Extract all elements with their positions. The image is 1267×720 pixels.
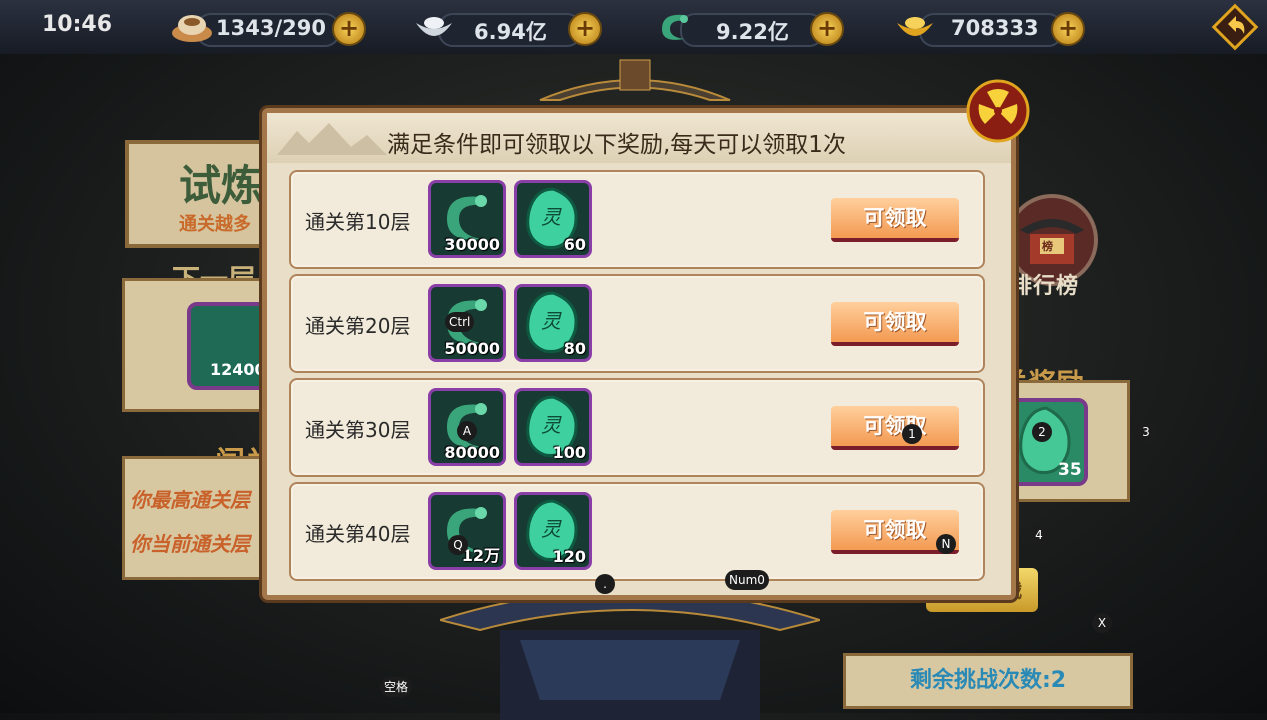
- next-layer-reward-count: 12400: [210, 360, 266, 379]
- add-stamina-button[interactable]: +: [332, 12, 366, 46]
- silver-resource: 6.94亿 +: [412, 9, 608, 47]
- stamina-resource: 1343/290 +: [170, 9, 366, 47]
- spirit-glyph: 灵: [541, 205, 561, 229]
- mountain-decoration-icon: [277, 123, 387, 155]
- key-hint-3: 3: [1136, 422, 1156, 442]
- reward-row: 通关第40层 12万 灵 120 可领取: [289, 482, 985, 581]
- ranking-label: 排行榜: [1010, 274, 1080, 299]
- row-label: 通关第10层: [305, 210, 411, 234]
- dialog-title: 满足条件即可领取以下奖励,每天可以领取1次: [387, 132, 846, 158]
- stamina-value: 1343/290: [216, 16, 326, 40]
- key-hint-num0: Num0: [725, 570, 769, 590]
- key-hint-space: 空格: [380, 677, 413, 697]
- row-label: 通关第40层: [305, 522, 411, 546]
- gold-resource: 708333 +: [893, 9, 1089, 47]
- reward-item-jade-dragon[interactable]: 12万: [428, 492, 506, 570]
- jade-value: 9.22亿: [716, 20, 789, 44]
- reward-count: 50000: [444, 339, 500, 358]
- pass-reward-count: 35: [1058, 460, 1082, 480]
- jade-resource: 9.22亿 +: [654, 9, 850, 47]
- back-arrow-icon[interactable]: [1210, 2, 1260, 52]
- silver-value: 6.94亿: [474, 20, 547, 44]
- claim-button[interactable]: 可领取: [831, 198, 959, 242]
- key-hint-1: 1: [902, 424, 922, 444]
- key-hint-2: 2: [1032, 422, 1052, 442]
- clock-time: 10:46: [42, 12, 113, 37]
- add-gold-button[interactable]: +: [1051, 12, 1085, 46]
- key-hint-4: 4: [1029, 525, 1049, 545]
- key-hint-ctrl: Ctrl: [445, 312, 475, 332]
- add-jade-button[interactable]: +: [810, 12, 844, 46]
- reward-dialog: 满足条件即可领取以下奖励,每天可以领取1次 通关第10层 30000 灵 60 …: [262, 108, 1016, 600]
- key-hint-q: Q: [448, 535, 468, 555]
- ranking-sign-text: 榜: [1042, 240, 1053, 253]
- reward-count: 80: [563, 339, 586, 358]
- key-hint-x: X: [1092, 613, 1112, 633]
- reward-item-spirit-stone[interactable]: 灵 120: [514, 492, 592, 570]
- reward-item-spirit-stone[interactable]: 灵 100: [514, 388, 592, 466]
- silver-ingot-icon: [416, 17, 452, 36]
- highest-layer-text: 你最高通关层: [130, 488, 250, 512]
- gold-ingot-icon: [897, 17, 933, 36]
- spirit-glyph: 灵: [541, 309, 561, 333]
- reward-count: 120: [552, 547, 586, 566]
- challenge-info-panel: [122, 456, 278, 580]
- row-label: 通关第20层: [305, 314, 411, 338]
- reward-count: 80000: [444, 443, 500, 462]
- reward-item-spirit-stone[interactable]: 灵 60: [514, 180, 592, 258]
- reward-count: 30000: [444, 235, 500, 254]
- gold-value: 708333: [951, 16, 1039, 40]
- spirit-glyph: 灵: [541, 517, 561, 541]
- reward-row: 通关第10层 30000 灵 60 可领取: [289, 170, 985, 269]
- remaining-challenges: 剩余挑战次数:2: [843, 653, 1133, 709]
- trial-title-panel: 试炼 通关越多: [125, 140, 278, 248]
- current-layer-text: 你当前通关层: [130, 532, 250, 556]
- reward-count: 60: [563, 235, 586, 254]
- row-label: 通关第30层: [305, 418, 411, 442]
- reward-item-spirit-stone[interactable]: 灵 80: [514, 284, 592, 362]
- reward-row: 通关第20层 50000 灵 80 可领取: [289, 274, 985, 373]
- reward-row: 通关第30层 80000 灵 100 可领取: [289, 378, 985, 477]
- pagoda-roof-top: [539, 59, 731, 101]
- stamina-icon: [172, 15, 212, 42]
- claim-button[interactable]: 可领取: [831, 406, 959, 450]
- spirit-glyph: 灵: [541, 413, 561, 437]
- dialog-header: 满足条件即可领取以下奖励,每天可以领取1次: [267, 113, 1011, 163]
- key-hint-a: A: [457, 421, 477, 441]
- key-hint-n: N: [936, 534, 956, 554]
- trial-subtitle: 通关越多: [179, 214, 251, 235]
- reward-count: 100: [552, 443, 586, 462]
- add-silver-button[interactable]: +: [568, 12, 602, 46]
- jade-dragon-icon: [662, 14, 688, 40]
- key-hint-dot: .: [595, 574, 615, 594]
- claim-button[interactable]: 可领取: [831, 302, 959, 346]
- reward-item-jade-dragon[interactable]: 30000: [428, 180, 506, 258]
- close-dialog-button[interactable]: [965, 78, 1031, 144]
- trial-title: 试炼: [179, 161, 264, 210]
